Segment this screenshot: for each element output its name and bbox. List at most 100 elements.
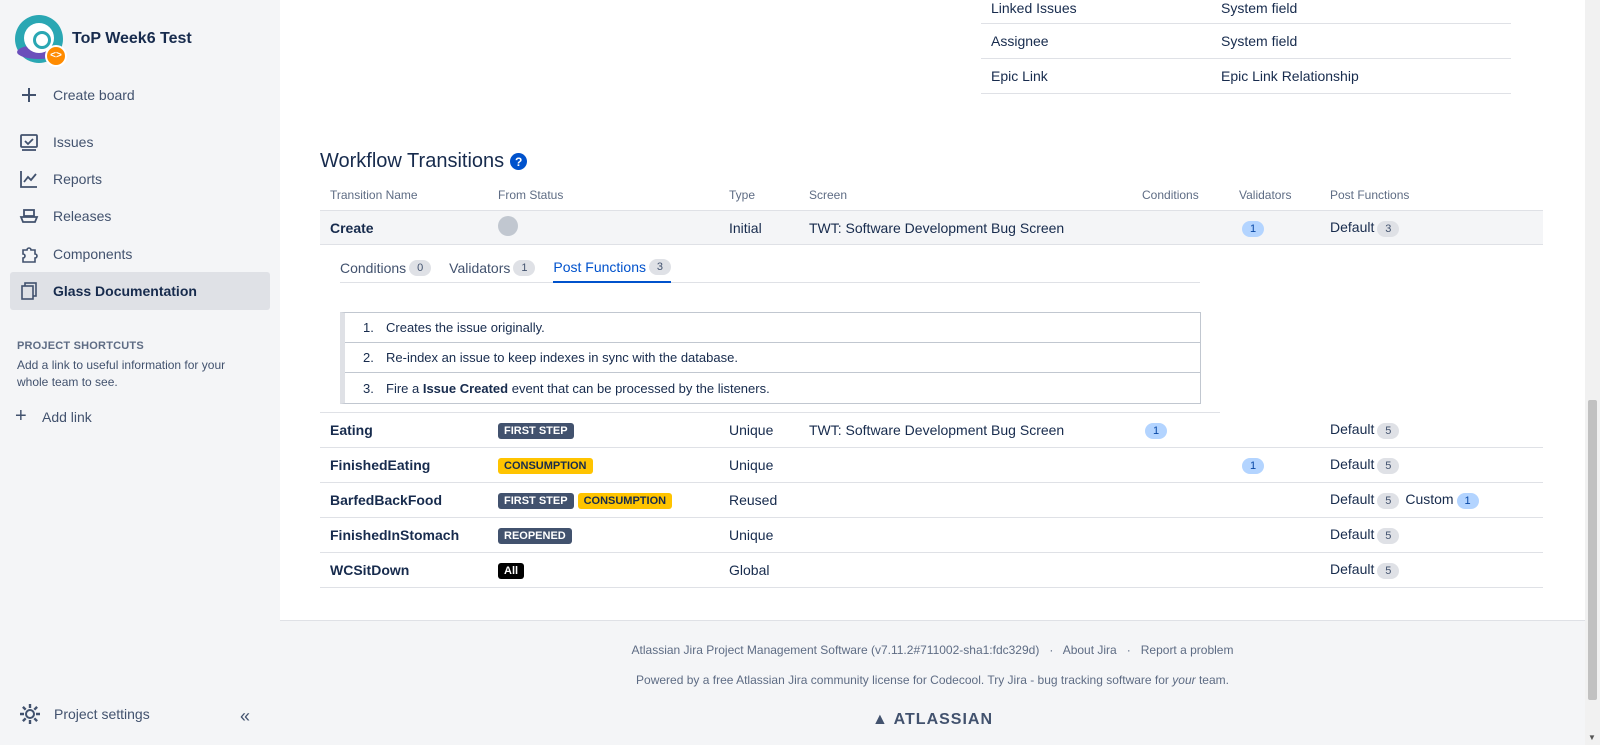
item-number: 2. xyxy=(363,350,374,365)
powered-by-text: Powered by a free Atlassian Jira communi… xyxy=(636,673,1173,687)
post-functions-label: Default xyxy=(1330,526,1375,542)
status-lozenge: FIRST STEP xyxy=(498,493,574,509)
scroll-down-icon[interactable]: ▼ xyxy=(1588,733,1596,742)
add-link-label: Add link xyxy=(42,408,92,425)
chart-icon xyxy=(18,168,40,190)
post-functions-label: Default xyxy=(1330,456,1375,472)
scrollbar[interactable]: ▼ xyxy=(1585,0,1600,745)
status-lozenge: REOPENED xyxy=(498,528,572,544)
field-type: Epic Link Relationship xyxy=(1221,68,1359,84)
ship-icon xyxy=(18,205,40,227)
field-name: Linked Issues xyxy=(991,0,1077,16)
workflow-transitions-table: Transition Name From Status Type Screen … xyxy=(320,180,1543,588)
item-text-pre: Fire a xyxy=(386,380,423,396)
post-functions-count: 3 xyxy=(1377,220,1400,237)
help-icon[interactable]: ? xyxy=(510,153,528,170)
plus-icon xyxy=(18,84,40,106)
sidebar-item-components[interactable]: Components xyxy=(10,235,270,273)
validators-count: 1 xyxy=(1242,458,1264,474)
create-board-label: Create board xyxy=(53,87,135,103)
sidebar-item-issues[interactable]: Issues xyxy=(10,123,270,161)
transition-type: Unique xyxy=(729,457,774,473)
custom-label: Custom xyxy=(1405,491,1454,507)
transition-name: Eating xyxy=(330,422,373,438)
column-header: Conditions xyxy=(1142,188,1199,202)
tab-post-functions[interactable]: Post Functions 3 xyxy=(553,253,671,283)
transition-type: Reused xyxy=(729,492,778,508)
separator: · xyxy=(1126,643,1131,657)
atlassian-logo[interactable]: ▲ ATLASSIAN xyxy=(280,711,1585,729)
list-item: 3. Fire a Issue Created event that can be… xyxy=(345,373,1200,403)
field-type: System field xyxy=(1221,0,1298,16)
table-row: Epic Link Epic Link Relationship xyxy=(981,59,1511,94)
transition-name: BarfedBackFood xyxy=(330,492,443,508)
sidebar-item-label: Issues xyxy=(53,134,94,150)
tab-label: Validators xyxy=(449,259,511,276)
create-board-button[interactable]: Create board xyxy=(10,76,270,114)
separator: · xyxy=(1049,643,1054,657)
scrollbar-thumb[interactable] xyxy=(1588,400,1597,700)
table-row[interactable]: Eating FIRST STEP Unique TWT: Software D… xyxy=(320,413,1543,448)
field-type: System field xyxy=(1221,33,1298,49)
column-header: Validators xyxy=(1239,188,1292,202)
item-text: Creates the issue originally. xyxy=(386,320,545,335)
project-name: ToP Week6 Test xyxy=(72,30,192,47)
about-jira-link[interactable]: About Jira xyxy=(1063,643,1117,657)
list-item: 2. Re-index an issue to keep indexes in s… xyxy=(345,343,1200,373)
post-functions-list: 1. Creates the issue originally. 2. Re-ind… xyxy=(340,312,1201,404)
page-footer: Atlassian Jira Project Management Softwa… xyxy=(280,620,1585,745)
sidebar-item-label: Releases xyxy=(53,208,112,224)
transition-name: FinishedInStomach xyxy=(330,527,460,543)
sidebar-item-glass-documentation[interactable]: Glass Documentation xyxy=(10,272,270,310)
item-number: 1. xyxy=(363,320,374,335)
sidebar-item-reports[interactable]: Reports xyxy=(10,160,270,198)
tab-label: Post Functions xyxy=(553,258,646,275)
project-settings-button[interactable]: Project settings xyxy=(18,702,150,726)
table-row[interactable]: WCSitDown All Global Default 5 xyxy=(320,553,1543,588)
post-functions-count: 5 xyxy=(1377,563,1400,579)
project-settings-label: Project settings xyxy=(54,706,150,722)
project-shortcuts-description: Add a link to useful information for you… xyxy=(17,358,226,389)
transition-name: FinishedEating xyxy=(330,457,431,473)
project-avatar: <> xyxy=(15,15,67,67)
sidebar-item-label: Reports xyxy=(53,171,103,187)
software-version: Atlassian Jira Project Management Softwa… xyxy=(631,643,1040,657)
table-row[interactable]: BarfedBackFood FIRST STEP CONSUMPTION Reu… xyxy=(320,483,1543,518)
transition-type: Initial xyxy=(729,219,762,236)
post-functions-label: Default xyxy=(1330,218,1375,235)
project-header[interactable]: <> ToP Week6 Test xyxy=(15,15,192,67)
transition-name: Create xyxy=(330,219,374,236)
post-functions-label: Default xyxy=(1330,421,1375,437)
table-row[interactable]: FinishedEating CONSUMPTION Unique 1 Defa… xyxy=(320,448,1543,483)
conditions-count: 1 xyxy=(1145,423,1167,439)
initial-status-icon xyxy=(498,216,518,236)
report-problem-link[interactable]: Report a problem xyxy=(1141,643,1234,657)
field-name: Epic Link xyxy=(991,68,1048,84)
status-lozenge: CONSUMPTION xyxy=(498,458,593,474)
tab-count: 0 xyxy=(409,259,432,276)
main-content: Linked Issues System field Assignee Syst… xyxy=(280,0,1585,745)
post-functions-label: Default xyxy=(1330,561,1375,577)
add-link-button[interactable]: + Add link xyxy=(15,405,92,428)
custom-count: 1 xyxy=(1456,493,1479,509)
table-row[interactable]: FinishedInStomach REOPENED Unique Defaul… xyxy=(320,518,1543,553)
table-row[interactable]: Create Initial TWT: Software Development… xyxy=(320,210,1543,245)
tab-conditions[interactable]: Conditions 0 xyxy=(340,253,432,283)
sidebar-item-releases[interactable]: Releases xyxy=(10,197,270,235)
post-functions-label: Default xyxy=(1330,491,1375,507)
gear-icon xyxy=(20,704,40,724)
post-functions-count: 5 xyxy=(1377,528,1400,544)
powered-by-emphasis: your xyxy=(1172,673,1196,687)
tab-validators[interactable]: Validators 1 xyxy=(449,253,536,283)
detail-tabs: Conditions 0 Validators 1 Post Functions 3 xyxy=(340,253,1200,283)
table-row: Linked Issues System field xyxy=(981,0,1511,24)
status-lozenge: All xyxy=(498,563,525,579)
event-name: Issue Created xyxy=(422,380,509,396)
section-title: Workflow Transitions xyxy=(320,150,505,172)
status-lozenge: FIRST STEP xyxy=(498,423,574,439)
column-header: Type xyxy=(729,188,756,202)
issues-icon xyxy=(18,131,40,153)
tab-label: Conditions xyxy=(340,259,407,276)
collapse-sidebar-button[interactable]: « xyxy=(240,706,250,727)
project-type-badge: <> xyxy=(45,45,67,67)
